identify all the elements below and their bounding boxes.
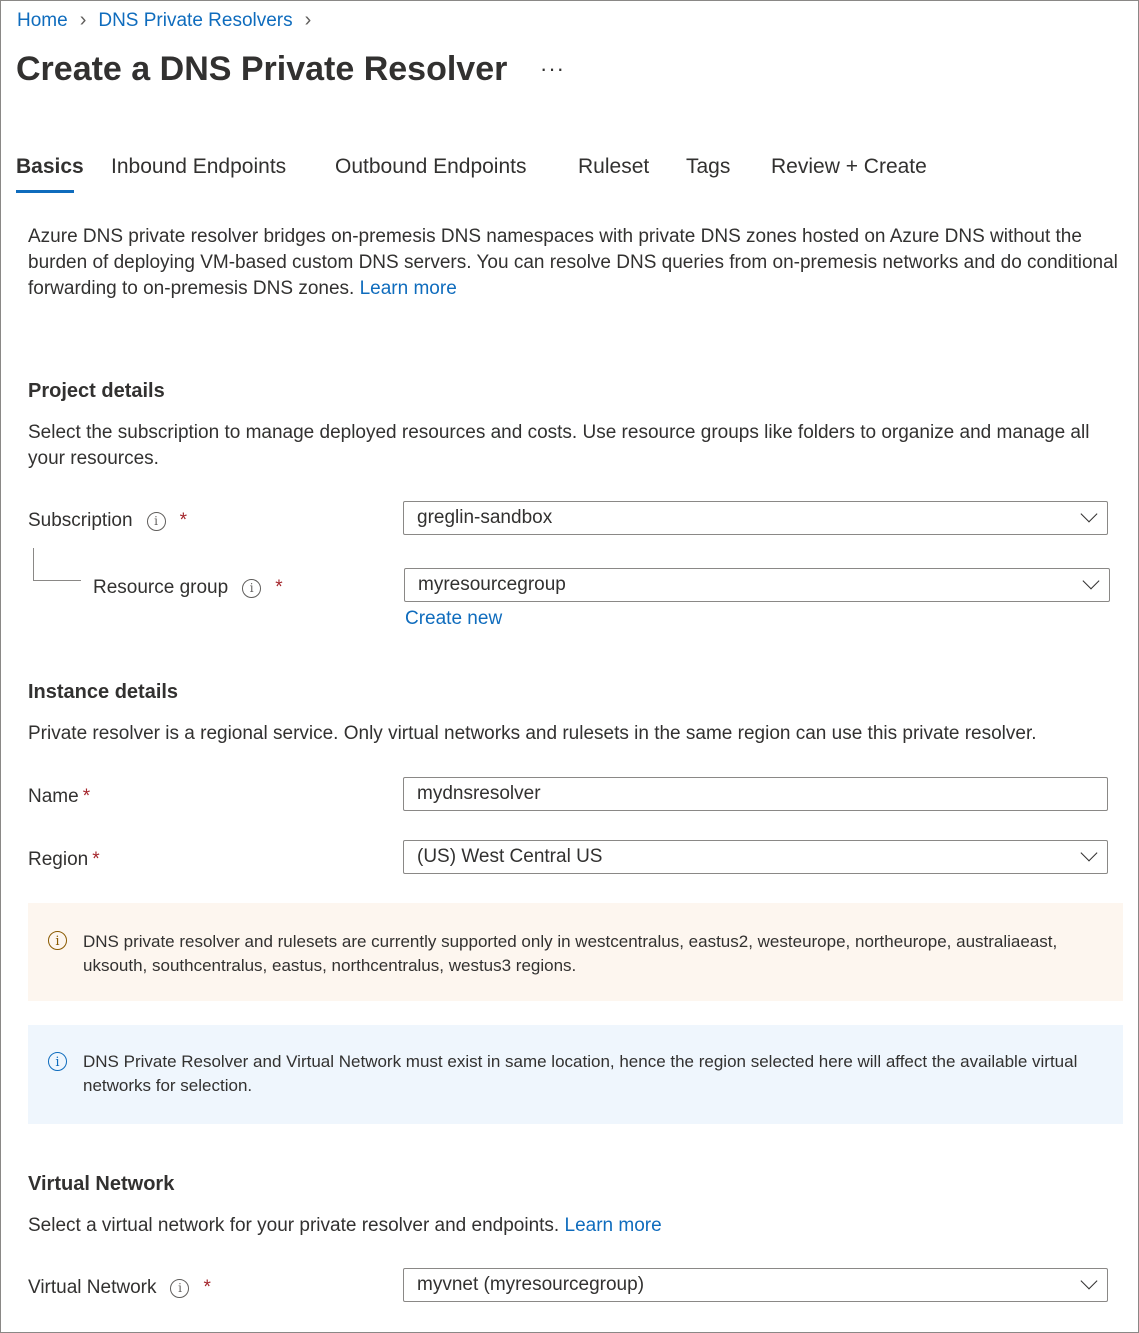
tree-connector-horizontal <box>33 580 81 581</box>
subscription-label: Subscription i * <box>28 510 187 532</box>
subscription-label-text: Subscription <box>28 510 133 531</box>
chevron-right-icon: › <box>304 9 312 31</box>
instance-details-heading: Instance details <box>28 681 179 703</box>
resource-group-value: myresourcegroup <box>418 574 566 595</box>
warning-message-bar: i DNS private resolver and rulesets are … <box>28 903 1123 1001</box>
project-details-description: Select the subscription to manage deploy… <box>28 422 1090 469</box>
page-title: Create a DNS Private Resolver <box>16 50 508 88</box>
warning-info-icon: i <box>48 931 67 950</box>
tree-connector-vertical <box>33 548 34 581</box>
tab-ruleset[interactable]: Ruleset <box>578 155 649 179</box>
info-icon: i <box>48 1052 67 1071</box>
virtual-network-label: Virtual Network i * <box>28 1277 211 1299</box>
virtual-network-value: myvnet (myresourcegroup) <box>417 1274 645 1295</box>
region-label: Region * <box>28 849 100 871</box>
chevron-down-icon <box>1080 844 1098 862</box>
active-tab-indicator <box>16 190 74 193</box>
tab-basics[interactable]: Basics <box>16 155 84 179</box>
breadcrumb-home[interactable]: Home <box>17 10 68 32</box>
region-dropdown[interactable]: (US) West Central US <box>403 840 1108 874</box>
required-asterisk: * <box>82 786 91 807</box>
name-value: mydnsresolver <box>417 783 541 804</box>
tab-tags[interactable]: Tags <box>686 155 730 179</box>
region-label-text: Region <box>28 849 89 870</box>
learn-more-link[interactable]: Learn more <box>360 278 457 299</box>
project-details-heading: Project details <box>28 380 165 402</box>
intro-description: Azure DNS private resolver bridges on-pr… <box>28 224 1118 302</box>
virtual-network-description: Select a virtual network for your privat… <box>28 1213 1118 1239</box>
resource-group-dropdown[interactable]: myresourcegroup <box>404 568 1110 602</box>
warning-text: DNS private resolver and rulesets are cu… <box>83 932 1058 975</box>
chevron-down-icon <box>1080 505 1098 523</box>
instance-details-description: Private resolver is a regional service. … <box>28 723 1037 744</box>
virtual-network-heading: Virtual Network <box>28 1173 175 1195</box>
chevron-down-icon <box>1082 572 1100 590</box>
tab-review-create[interactable]: Review + Create <box>771 155 927 179</box>
chevron-down-icon <box>1080 1272 1098 1290</box>
tab-inbound-endpoints[interactable]: Inbound Endpoints <box>111 155 286 179</box>
subscription-value: greglin-sandbox <box>417 507 553 528</box>
resource-group-label: Resource group i * <box>93 577 283 599</box>
vnet-learn-more-link[interactable]: Learn more <box>565 1215 662 1236</box>
window-frame <box>0 0 1139 1333</box>
chevron-right-icon: › <box>79 9 87 31</box>
intro-text: Azure DNS private resolver bridges on-pr… <box>28 226 1118 299</box>
info-icon[interactable]: i <box>170 1278 190 1298</box>
name-label-text: Name <box>28 786 79 807</box>
resource-group-label-text: Resource group <box>93 577 229 598</box>
required-asterisk: * <box>179 510 187 531</box>
virtual-network-label-text: Virtual Network <box>28 1277 157 1298</box>
info-message-bar: i DNS Private Resolver and Virtual Netwo… <box>28 1025 1123 1124</box>
info-text: DNS Private Resolver and Virtual Network… <box>83 1052 1078 1095</box>
more-options-button[interactable]: ··· <box>540 56 565 82</box>
info-icon[interactable]: i <box>242 578 262 598</box>
name-label: Name * <box>28 786 90 808</box>
required-asterisk: * <box>203 1277 211 1298</box>
required-asterisk: * <box>92 849 100 870</box>
tab-outbound-endpoints[interactable]: Outbound Endpoints <box>335 155 526 179</box>
info-icon[interactable]: i <box>146 511 166 531</box>
breadcrumb-dns-private-resolvers[interactable]: DNS Private Resolvers <box>98 10 292 32</box>
subscription-dropdown[interactable]: greglin-sandbox <box>403 501 1108 535</box>
virtual-network-description-text: Select a virtual network for your privat… <box>28 1215 560 1236</box>
breadcrumb: Home › DNS Private Resolvers › <box>17 9 323 32</box>
name-input[interactable]: mydnsresolver <box>403 777 1108 811</box>
virtual-network-dropdown[interactable]: myvnet (myresourcegroup) <box>403 1268 1108 1302</box>
region-value: (US) West Central US <box>417 846 603 867</box>
required-asterisk: * <box>275 577 283 598</box>
create-new-link[interactable]: Create new <box>405 608 502 630</box>
